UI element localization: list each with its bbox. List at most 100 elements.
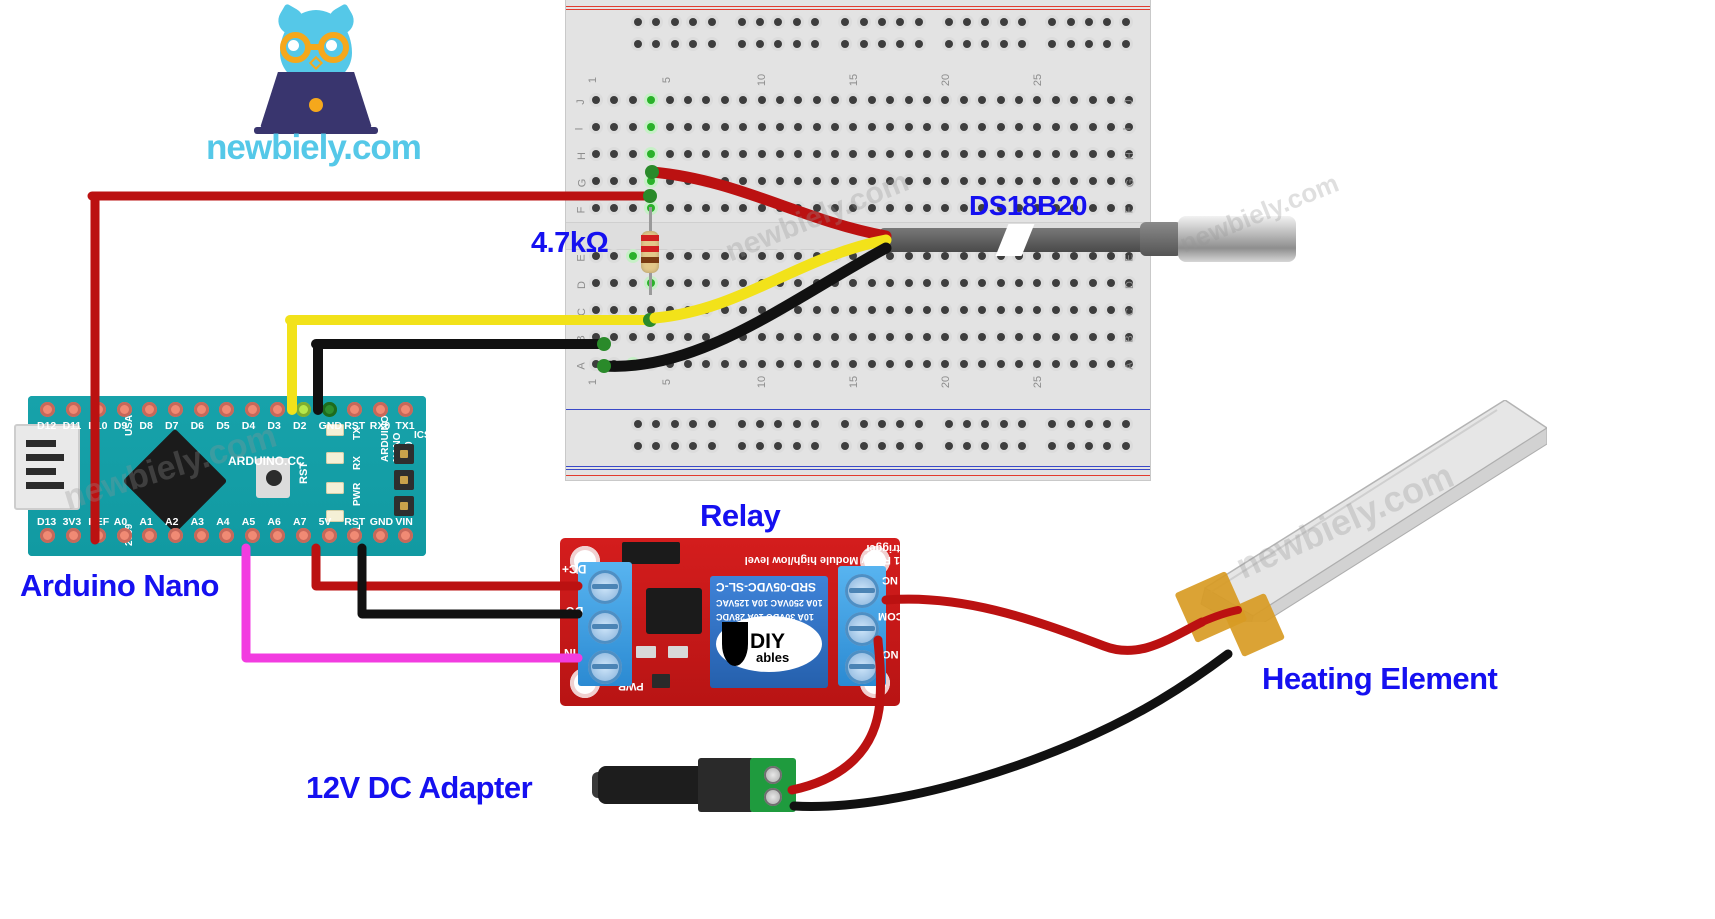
breadboard-hole[interactable] bbox=[1106, 279, 1115, 287]
breadboard-hole[interactable] bbox=[886, 252, 895, 260]
breadboard-hole[interactable] bbox=[1088, 279, 1097, 287]
breadboard-power-hole[interactable] bbox=[859, 420, 868, 428]
breadboard-hole[interactable] bbox=[794, 306, 803, 314]
breadboard-power-hole[interactable] bbox=[963, 18, 972, 26]
breadboard-hole[interactable] bbox=[720, 204, 729, 212]
breadboard-power-hole[interactable] bbox=[1085, 40, 1094, 48]
breadboard-hole[interactable] bbox=[996, 150, 1005, 158]
breadboard-hole[interactable] bbox=[702, 204, 711, 212]
breadboard-power-hole[interactable] bbox=[1048, 18, 1057, 26]
nano-pin-ref[interactable] bbox=[91, 528, 107, 543]
breadboard-hole[interactable] bbox=[683, 333, 692, 341]
breadboard-hole[interactable] bbox=[647, 96, 656, 104]
breadboard-hole[interactable] bbox=[1014, 177, 1023, 185]
breadboard-power-hole[interactable] bbox=[1018, 18, 1027, 26]
breadboard-hole[interactable] bbox=[1070, 333, 1079, 341]
breadboard-hole[interactable] bbox=[849, 333, 858, 341]
breadboard-hole[interactable] bbox=[775, 360, 784, 368]
breadboard-hole[interactable] bbox=[683, 306, 692, 314]
breadboard-hole[interactable] bbox=[628, 306, 637, 314]
breadboard-power-hole[interactable] bbox=[841, 442, 850, 450]
breadboard-hole[interactable] bbox=[923, 96, 932, 104]
breadboard-power-hole[interactable] bbox=[1048, 40, 1057, 48]
breadboard-power-hole[interactable] bbox=[811, 420, 820, 428]
breadboard-hole[interactable] bbox=[610, 360, 619, 368]
nano-pin-3v3[interactable] bbox=[65, 528, 81, 543]
breadboard-power-hole[interactable] bbox=[634, 40, 642, 48]
breadboard-hole[interactable] bbox=[959, 360, 968, 368]
breadboard-hole[interactable] bbox=[775, 306, 784, 314]
breadboard-hole[interactable] bbox=[1070, 177, 1079, 185]
nano-pin-rx0[interactable] bbox=[372, 402, 388, 417]
breadboard-power-hole[interactable] bbox=[755, 40, 764, 48]
breadboard-power-hole[interactable] bbox=[774, 420, 783, 428]
breadboard-hole[interactable] bbox=[1051, 333, 1060, 341]
breadboard-hole[interactable] bbox=[1014, 360, 1023, 368]
breadboard-hole[interactable] bbox=[923, 123, 932, 131]
breadboard-power-hole[interactable] bbox=[707, 18, 716, 26]
breadboard-hole[interactable] bbox=[665, 306, 674, 314]
nano-pin-a6[interactable] bbox=[270, 528, 286, 543]
breadboard-hole[interactable] bbox=[831, 333, 840, 341]
breadboard-power-hole[interactable] bbox=[1018, 442, 1027, 450]
nano-pin-d5[interactable] bbox=[219, 402, 235, 417]
breadboard-power-hole[interactable] bbox=[1121, 442, 1130, 450]
dc-terminal-screw-plus[interactable] bbox=[764, 766, 782, 784]
breadboard-hole[interactable] bbox=[867, 150, 876, 158]
breadboard-power-hole[interactable] bbox=[652, 420, 661, 428]
breadboard-hole[interactable] bbox=[592, 360, 600, 368]
breadboard-hole[interactable] bbox=[978, 252, 987, 260]
breadboard-hole[interactable] bbox=[628, 333, 637, 341]
breadboard-hole[interactable] bbox=[647, 333, 656, 341]
breadboard-hole[interactable] bbox=[1106, 123, 1115, 131]
breadboard-hole[interactable] bbox=[1088, 306, 1097, 314]
breadboard-power-hole[interactable] bbox=[914, 18, 923, 26]
nano-pin-a0[interactable] bbox=[116, 528, 132, 543]
breadboard-hole[interactable] bbox=[978, 333, 987, 341]
breadboard-hole[interactable] bbox=[702, 360, 711, 368]
nano-pin-5v[interactable] bbox=[321, 528, 337, 543]
breadboard-power-hole[interactable] bbox=[1085, 18, 1094, 26]
breadboard-hole[interactable] bbox=[831, 177, 840, 185]
breadboard-hole[interactable] bbox=[720, 360, 729, 368]
breadboard-hole[interactable] bbox=[886, 204, 895, 212]
breadboard-power-hole[interactable] bbox=[1066, 40, 1075, 48]
breadboard-power-hole[interactable] bbox=[841, 18, 850, 26]
breadboard-hole[interactable] bbox=[1070, 360, 1079, 368]
breadboard-hole[interactable] bbox=[1106, 204, 1115, 212]
breadboard-hole[interactable] bbox=[1106, 96, 1115, 104]
breadboard-power-hole[interactable] bbox=[1103, 18, 1112, 26]
dc-jack-screw-terminal[interactable] bbox=[750, 758, 796, 812]
breadboard-hole[interactable] bbox=[628, 252, 637, 260]
breadboard-power-hole[interactable] bbox=[896, 18, 905, 26]
breadboard-hole[interactable] bbox=[647, 360, 656, 368]
breadboard-hole[interactable] bbox=[812, 123, 821, 131]
nano-pin-a2[interactable] bbox=[167, 528, 183, 543]
breadboard-hole[interactable] bbox=[886, 279, 895, 287]
breadboard-hole[interactable] bbox=[996, 279, 1005, 287]
breadboard-hole[interactable] bbox=[867, 279, 876, 287]
breadboard-hole[interactable] bbox=[702, 150, 711, 158]
breadboard-hole[interactable] bbox=[923, 279, 932, 287]
breadboard-power-hole[interactable] bbox=[792, 40, 801, 48]
breadboard-hole[interactable] bbox=[959, 96, 968, 104]
breadboard-power-hole[interactable] bbox=[689, 40, 698, 48]
terminal-screw-nc[interactable] bbox=[845, 650, 879, 684]
breadboard-hole[interactable] bbox=[959, 177, 968, 185]
dc-terminal-screw-minus[interactable] bbox=[764, 788, 782, 806]
breadboard-power-hole[interactable] bbox=[1121, 420, 1130, 428]
breadboard-power-hole[interactable] bbox=[811, 40, 820, 48]
breadboard-power-hole[interactable] bbox=[707, 442, 716, 450]
breadboard-hole[interactable] bbox=[904, 333, 913, 341]
breadboard-power-hole[interactable] bbox=[1066, 442, 1075, 450]
nano-pin-d6[interactable] bbox=[193, 402, 209, 417]
breadboard-hole[interactable] bbox=[739, 123, 748, 131]
breadboard-hole[interactable] bbox=[1088, 252, 1097, 260]
breadboard-hole[interactable] bbox=[610, 279, 619, 287]
breadboard-hole[interactable] bbox=[1051, 252, 1060, 260]
breadboard-hole[interactable] bbox=[886, 123, 895, 131]
breadboard-power-hole[interactable] bbox=[652, 40, 661, 48]
breadboard-hole[interactable] bbox=[904, 96, 913, 104]
terminal-screw-in[interactable] bbox=[588, 650, 622, 684]
breadboard-hole[interactable] bbox=[1070, 123, 1079, 131]
